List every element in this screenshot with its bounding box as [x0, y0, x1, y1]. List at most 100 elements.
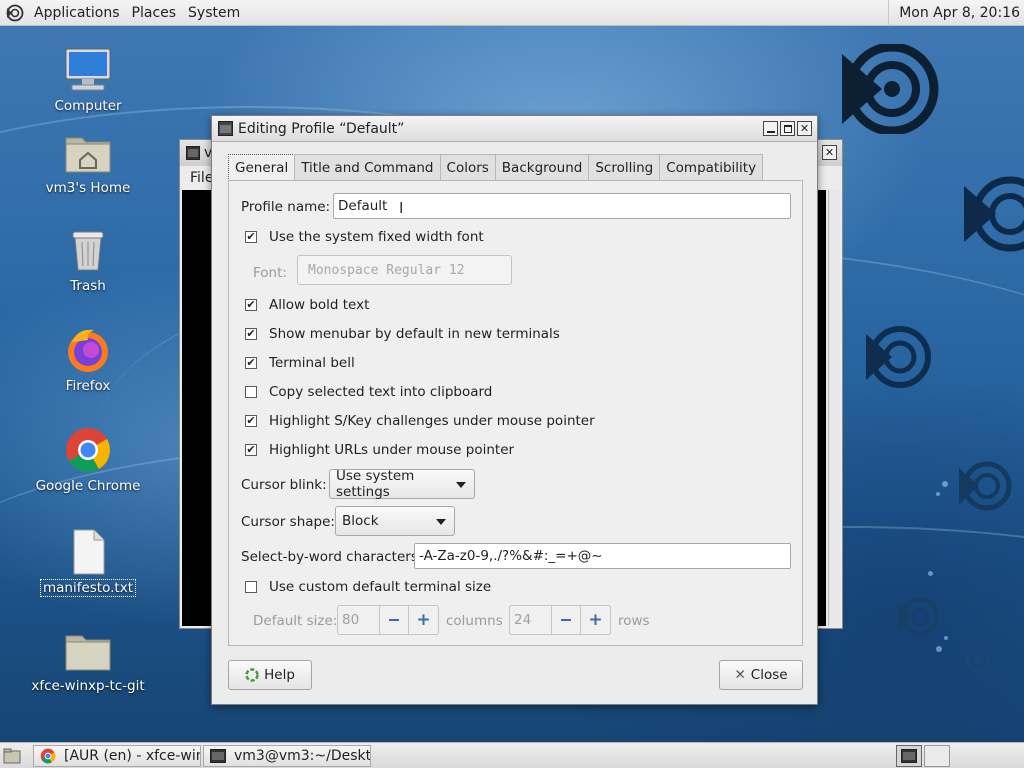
allow-bold-checkbox[interactable]: ✔ Allow bold text	[245, 297, 369, 313]
rows-value: 24	[510, 606, 552, 634]
plus-icon: +	[416, 609, 431, 630]
show-menubar-checkbox[interactable]: ✔ Show menubar by default in new termina…	[245, 326, 560, 342]
desktop-icon-chrome[interactable]: Google Chrome	[28, 426, 148, 494]
custom-size-checkbox[interactable]: Use custom default terminal size	[245, 579, 491, 595]
distro-logo-icon	[964, 176, 1024, 252]
minimize-button[interactable]	[763, 121, 778, 136]
rows-spinner[interactable]: 24 +	[509, 605, 611, 635]
cursor-shape-select[interactable]: Block	[335, 506, 455, 536]
cursor-shape-label: Cursor shape:	[241, 514, 335, 530]
highlight-skey-checkbox[interactable]: ✔ Highlight S/Key challenges under mouse…	[245, 413, 595, 429]
close-button[interactable]: ✕ Close	[719, 660, 803, 690]
desktop-icon-trash[interactable]: Trash	[28, 226, 148, 294]
tab-scrolling[interactable]: Scrolling	[588, 154, 661, 180]
desktop-icon-home[interactable]: vm3's Home	[28, 128, 148, 196]
dialog-title: Editing Profile “Default”	[238, 120, 405, 137]
highlight-urls-checkbox[interactable]: ✔ Highlight URLs under mouse pointer	[245, 442, 514, 458]
rows-decrement-button[interactable]	[552, 606, 581, 634]
columns-increment-button[interactable]: +	[409, 606, 438, 634]
default-size-label: Default size:	[253, 613, 338, 629]
terminal-close-button[interactable]: ✕	[822, 145, 837, 160]
tab-general[interactable]: General	[228, 154, 296, 181]
applications-menu[interactable]: Applications	[28, 5, 126, 21]
terminal-scrollbar[interactable]	[828, 190, 840, 626]
tab-compatibility[interactable]: Compatibility	[659, 154, 764, 180]
close-icon: ✕	[734, 667, 746, 683]
distro-logo-icon	[898, 598, 939, 636]
tab-title-and-command[interactable]: Title and Command	[294, 154, 441, 180]
bubble-decoration	[936, 646, 942, 652]
rows-label: rows	[618, 613, 650, 629]
desktop-icon-label: Computer	[54, 98, 122, 114]
help-icon	[245, 668, 259, 682]
checkbox-box: ✔	[245, 327, 257, 340]
taskbar-item-terminal[interactable]: vm3@vm3:~/Desktop	[203, 745, 371, 767]
desktop-icon-firefox[interactable]: Firefox	[28, 326, 148, 394]
chrome-icon	[64, 426, 112, 474]
highlight-urls-label: Highlight URLs under mouse pointer	[269, 442, 515, 458]
firefox-icon	[64, 326, 112, 374]
general-tab-panel: Profile name: I ✔ Use the system fixed w…	[228, 180, 803, 646]
checkbox-box	[245, 386, 257, 398]
profile-name-label: Profile name:	[241, 199, 331, 215]
system-menu[interactable]: System	[182, 5, 246, 21]
cursor-shape-value: Block	[342, 513, 379, 529]
copy-to-clipboard-label: Copy selected text into clipboard	[269, 384, 493, 400]
terminal-file-menu[interactable]: File	[190, 170, 213, 186]
places-menu[interactable]: Places	[126, 5, 183, 21]
desktop-icon-label: Trash	[70, 278, 106, 294]
show-desktop-icon[interactable]	[3, 747, 21, 765]
font-label: Font:	[253, 265, 287, 281]
desktop-icon-label: manifesto.txt	[39, 579, 137, 597]
bubble-decoration	[942, 481, 948, 487]
distro-logo-icon	[959, 461, 1012, 511]
distro-logo-icon	[866, 326, 931, 388]
checkbox-box: ✔	[245, 298, 257, 311]
show-menubar-label: Show menubar by default in new terminals	[269, 326, 560, 342]
help-button[interactable]: Help	[228, 660, 312, 690]
maximize-icon	[783, 124, 792, 133]
tab-background[interactable]: Background	[494, 154, 590, 180]
rows-increment-button[interactable]: +	[581, 606, 610, 634]
desktop-icon-winxp-folder[interactable]: xfce-winxp-tc-git	[28, 626, 148, 694]
tab-bar: General Title and Command Colors Backgro…	[228, 154, 764, 181]
top-panel: Applications Places System Mon Apr 8, 20…	[0, 0, 1024, 26]
columns-spinner[interactable]: 80 +	[337, 605, 439, 635]
close-window-button[interactable]: ✕	[797, 121, 812, 136]
checkbox-box: ✔	[245, 356, 257, 369]
clock[interactable]: Mon Apr 8, 20:16	[888, 0, 1024, 26]
highlight-skey-label: Highlight S/Key challenges under mouse p…	[269, 413, 595, 429]
allow-bold-label: Allow bold text	[269, 297, 370, 313]
close-icon: ✕	[824, 146, 835, 159]
dialog-titlebar[interactable]: Editing Profile “Default”	[212, 116, 817, 142]
close-icon: ✕	[799, 122, 810, 135]
columns-decrement-button[interactable]	[380, 606, 409, 634]
checkbox-box: ✔	[245, 414, 257, 427]
desktop-icon-label: vm3's Home	[45, 180, 131, 196]
font-picker-button[interactable]: Monospace Regular 12	[297, 255, 512, 285]
cursor-blink-select[interactable]: Use system settings	[329, 468, 475, 500]
minus-icon	[389, 619, 399, 621]
use-system-font-checkbox[interactable]: ✔ Use the system fixed width font	[245, 229, 484, 245]
minimize-icon	[766, 130, 775, 133]
desktop-icon-computer[interactable]: Computer	[28, 46, 148, 114]
word-chars-input[interactable]	[414, 543, 791, 569]
workspace-switcher[interactable]	[896, 745, 922, 767]
copy-to-clipboard-checkbox[interactable]: Copy selected text into clipboard	[245, 384, 492, 400]
desktop-icon-label: xfce-winxp-tc-git	[31, 678, 145, 694]
workspace-2[interactable]	[924, 745, 950, 767]
close-button-label: Close	[750, 667, 788, 683]
terminal-bell-label: Terminal bell	[269, 355, 355, 371]
taskbar-item-label: [AUR (en) - xfce-win...	[64, 748, 200, 764]
columns-value: 80	[338, 606, 380, 634]
home-folder-icon	[64, 128, 112, 176]
taskbar-item-browser[interactable]: [AUR (en) - xfce-win...	[33, 745, 201, 767]
help-button-label: Help	[264, 667, 295, 683]
desktop-icon-manifesto[interactable]: manifesto.txt	[28, 528, 148, 597]
terminal-bell-checkbox[interactable]: ✔ Terminal bell	[245, 355, 355, 371]
tab-colors[interactable]: Colors	[439, 154, 496, 180]
maximize-button[interactable]	[780, 121, 795, 136]
distro-logo-icon	[842, 44, 939, 134]
terminal-icon	[186, 146, 200, 160]
distro-menu-icon[interactable]	[6, 4, 24, 22]
